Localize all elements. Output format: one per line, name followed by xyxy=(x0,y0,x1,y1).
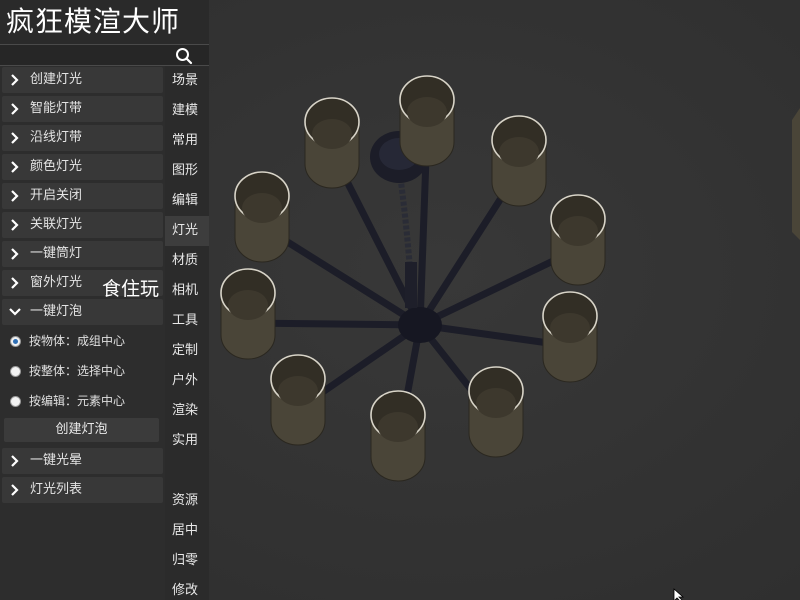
menu-item[interactable]: 一键灯泡 xyxy=(2,299,163,325)
tab-item[interactable]: 编辑 xyxy=(165,186,209,216)
menu-item-label: 沿线灯带 xyxy=(30,130,83,145)
tab-item[interactable]: 相机 xyxy=(165,276,209,306)
menu-item-label: 开启关闭 xyxy=(30,188,83,203)
menu-item-label: 一键灯泡 xyxy=(30,304,83,319)
menu-item-label: 智能灯带 xyxy=(30,101,83,116)
tab-item[interactable]: 定制 xyxy=(165,336,209,366)
tab-item[interactable]: 居中 xyxy=(165,516,209,546)
lamp-shade-inner xyxy=(228,290,268,320)
lamp-shade-inner xyxy=(476,388,516,418)
chandelier-stem xyxy=(405,262,417,308)
radio-button[interactable] xyxy=(10,366,21,377)
option-label: 按整体：选择中心 xyxy=(29,364,126,378)
tab-item[interactable]: 场景 xyxy=(165,66,209,96)
menu-item-label: 灯光列表 xyxy=(30,482,83,497)
chevron-right-icon xyxy=(11,219,19,231)
category-tabs: 场景 建模 常用 图形 编辑 灯光 材质 相机 工具 定制 户外 渲染 实用资源 居中 归零 修改 xyxy=(165,66,209,600)
radio-button[interactable] xyxy=(10,336,21,347)
menu-item-label: 创建灯光 xyxy=(30,72,83,87)
menu-item[interactable]: 智能灯带 xyxy=(2,96,163,122)
search-bar[interactable] xyxy=(0,44,209,66)
create-bulb-button[interactable]: 创建灯泡 xyxy=(4,418,159,442)
search-icon[interactable] xyxy=(175,47,193,65)
chevron-right-icon xyxy=(11,455,19,467)
tab-item[interactable]: 修改 xyxy=(165,576,209,600)
bulb-position-option[interactable]: 按物体：成组中心 xyxy=(2,328,163,355)
menu-item-label: 关联灯光 xyxy=(30,217,83,232)
tab-item[interactable]: 材质 xyxy=(165,246,209,276)
bulb-position-option[interactable]: 按整体：选择中心 xyxy=(2,358,163,385)
tab-item[interactable]: 资源 xyxy=(165,486,209,516)
menu-item[interactable]: 一键光晕 xyxy=(2,448,163,474)
menu-item[interactable]: 关联灯光 xyxy=(2,212,163,238)
chevron-right-icon xyxy=(11,74,19,86)
chevron-right-icon xyxy=(11,103,19,115)
tab-item[interactable]: 归零 xyxy=(165,546,209,576)
menu-item[interactable]: 沿线灯带 xyxy=(2,125,163,151)
tab-item[interactable]: 渲染 xyxy=(165,396,209,426)
lamp-shade-inner xyxy=(407,97,447,127)
menu-item-label: 窗外灯光 xyxy=(30,275,83,290)
chevron-right-icon xyxy=(11,132,19,144)
lamp-shade-inner xyxy=(558,216,598,246)
watermark-text: 食住玩 xyxy=(102,278,160,300)
chevron-right-icon xyxy=(11,484,19,496)
menu-item-label: 一键筒灯 xyxy=(30,246,83,261)
chevron-down-icon xyxy=(9,308,21,316)
tab-item[interactable]: 图形 xyxy=(165,156,209,186)
chevron-right-icon xyxy=(11,277,19,289)
bulb-position-option[interactable]: 按编辑：元素中心 xyxy=(2,388,163,415)
mouse-pointer-icon xyxy=(673,588,685,600)
menu-item[interactable]: 一键筒灯 xyxy=(2,241,163,267)
option-label: 按编辑：元素中心 xyxy=(29,394,126,408)
tab-item[interactable]: 灯光 xyxy=(165,216,209,246)
menu-item[interactable]: 创建灯光 xyxy=(2,67,163,93)
lamp-shade-inner xyxy=(499,137,539,167)
chevron-right-icon xyxy=(11,161,19,173)
app-title: 疯狂模渲大师 xyxy=(0,0,209,44)
tab-item[interactable]: 实用 xyxy=(165,426,209,456)
lamp-shade-partial xyxy=(792,108,800,240)
menu-item[interactable]: 颜色灯光 xyxy=(2,154,163,180)
menu-item[interactable]: 灯光列表 xyxy=(2,477,163,503)
chevron-right-icon xyxy=(11,190,19,202)
lamp-shade-inner xyxy=(242,193,282,223)
lamp-shade-inner xyxy=(278,376,318,406)
menu-item-label: 一键光晕 xyxy=(30,453,83,468)
lamp-shade-inner xyxy=(312,119,352,149)
app-window: 创建灯光智能灯带沿线灯带颜色灯光开启关闭关联灯光一键筒灯窗外灯光一键灯泡按物体：… xyxy=(0,0,800,600)
tab-item[interactable]: 户外 xyxy=(165,366,209,396)
lamp-shade-inner xyxy=(550,313,590,343)
tab-item xyxy=(165,456,209,486)
tab-item[interactable]: 建模 xyxy=(165,96,209,126)
lamp-shade-inner xyxy=(378,412,418,442)
radio-button[interactable] xyxy=(10,396,21,407)
tab-item[interactable]: 工具 xyxy=(165,306,209,336)
menu-item[interactable]: 开启关闭 xyxy=(2,183,163,209)
tab-item[interactable]: 常用 xyxy=(165,126,209,156)
chandelier-hub xyxy=(398,307,442,343)
chevron-right-icon xyxy=(11,248,19,260)
option-label: 按物体：成组中心 xyxy=(29,334,126,348)
menu-item-label: 颜色灯光 xyxy=(30,159,83,174)
